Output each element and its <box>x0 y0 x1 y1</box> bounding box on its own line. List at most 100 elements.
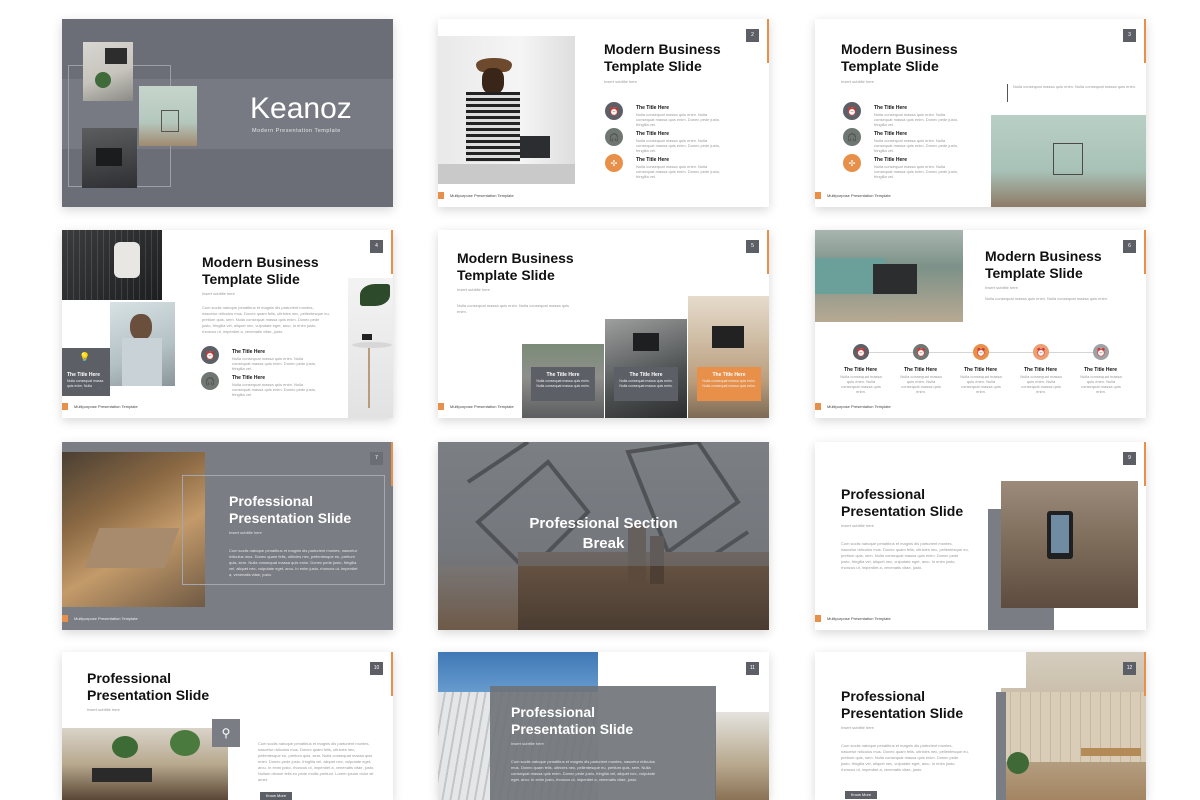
slide11-photo-street <box>715 712 769 800</box>
slide3-item3-title: The Title Here <box>874 157 907 163</box>
slide6-step3-text: Nulla consequat massa quis enim. Nulla c… <box>960 374 1002 394</box>
slide12-accent-bar <box>1144 652 1146 696</box>
slide2-item2-text: Nulla consequat massa quis enim. Nulla c… <box>636 138 721 153</box>
slide4-item1-title: The Title Here <box>232 349 265 355</box>
slide-6[interactable]: 6 Modern Business Template Slide Insert … <box>815 230 1146 418</box>
know-more-button[interactable]: Know More <box>260 792 292 800</box>
slide-9[interactable]: 9 Professional Presentation Slide Insert… <box>815 442 1146 630</box>
slide4-title-line2: Template Slide <box>202 271 300 287</box>
headphones-icon: 🎧 <box>201 372 219 390</box>
search-icon[interactable]: ⚲ <box>212 719 240 747</box>
cover-brand: Keanoz <box>250 92 352 125</box>
slide-12[interactable]: 12 Professional Presentation Slide Inser… <box>815 652 1146 800</box>
slide2-title-line2: Template Slide <box>604 58 702 74</box>
slide5-card-2: The Title Here Nulla consequat massa qui… <box>614 367 678 401</box>
slide11-title-line2: Presentation Slide <box>511 721 634 737</box>
slide-11[interactable]: 11 Professional Presentation Slide Inser… <box>438 652 769 800</box>
slide-3[interactable]: 3 Modern Business Template Slide Insert … <box>815 19 1146 207</box>
slide2-title-line1: Modern Business <box>604 41 721 57</box>
slide6-photo-pool-laptop <box>815 230 963 322</box>
slide9-subtitle: Insert subtitle here <box>841 523 874 528</box>
slide4-title-line1: Modern Business <box>202 254 319 270</box>
slide12-grey-block <box>996 692 1006 800</box>
slide7-subtitle: Insert subtitle here <box>229 530 262 535</box>
alarm-icon: ⏰ <box>605 102 623 120</box>
headphones-icon: 🎧 <box>843 128 861 146</box>
slide12-title-line2: Presentation Slide <box>841 705 964 721</box>
alarm-icon: ⏰ <box>1033 344 1049 360</box>
slide12-title-line1: Professional <box>841 688 926 704</box>
slide6-step2-text: Nulla consequat massa quis enim. Nulla c… <box>900 374 942 394</box>
slide6-step4-text: Nulla consequat massa quis enim. Nulla c… <box>1020 374 1062 394</box>
slide11-title-line1: Professional <box>511 704 596 720</box>
slide10-title-line2: Presentation Slide <box>87 687 210 703</box>
slide3-item2-text: Nulla consequat massa quis enim. Nulla c… <box>874 138 959 153</box>
expand-icon: ✣ <box>843 154 861 172</box>
slide3-title-line1: Modern Business <box>841 41 958 57</box>
slide10-title-line1: Professional <box>87 670 172 686</box>
slide6-footer: Multipurpose Presentation Template <box>815 403 891 410</box>
slide4-photo-table-plant <box>348 278 393 418</box>
slide-7[interactable]: 7 Professional Presentation Slide Insert… <box>62 442 393 630</box>
slide6-step5-text: Nulla consequat massa quis enim. Nulla c… <box>1080 374 1122 394</box>
slide3-item1-text: Nulla consequat massa quis enim. Nulla c… <box>874 112 959 127</box>
slide5-page-number: 5 <box>746 240 759 253</box>
slide10-subtitle: Insert subtitle here <box>87 707 120 712</box>
slide6-subtitle: Insert subtitle here <box>985 285 1018 290</box>
slide6-step5-title: The Title Here <box>1084 367 1117 373</box>
alarm-icon: ⏰ <box>853 344 869 360</box>
slide3-subtitle: Insert subtitle here <box>841 79 874 84</box>
slide3-footer: Multipurpose Presentation Template <box>815 192 891 199</box>
slide8-title-line2: Break <box>582 535 625 552</box>
slide6-step2-title: The Title Here <box>904 367 937 373</box>
slide-4[interactable]: 💡 The Title Here Nulla consequat massa q… <box>62 230 393 418</box>
know-more-button[interactable]: Know More <box>845 791 877 799</box>
slide5-card-1: The Title Here Nulla consequat massa qui… <box>531 367 595 401</box>
slide9-page-number: 9 <box>1123 452 1136 465</box>
slide4-item2-title: The Title Here <box>232 375 265 381</box>
slide11-paragraph: Cum sociis natoque penatibus et magnis d… <box>511 759 656 782</box>
slide3-accent-bar <box>1144 19 1146 63</box>
slide-8-section-break[interactable]: Professional Section Break <box>438 442 769 630</box>
cover-tagline: Modern Presentation Template <box>252 128 341 134</box>
slide4-footer: Multipurpose Presentation Template <box>62 403 138 410</box>
slide-10[interactable]: 10 Professional Presentation Slide Inser… <box>62 652 393 800</box>
slide6-title-line1: Modern Business <box>985 248 1102 264</box>
slide2-item3-title: The Title Here <box>636 157 669 163</box>
slide4-paragraph: Cum sociis natoque penatibus et magnis d… <box>202 305 330 334</box>
slide2-photo-man-laptop <box>438 36 575 184</box>
slide2-subtitle: Insert subtitle here <box>604 79 637 84</box>
slide2-item1-text: Nulla consequat massa quis enim. Nulla c… <box>636 112 721 127</box>
slide6-title-line2: Template Slide <box>985 265 1083 281</box>
slide6-accent-bar <box>1144 230 1146 274</box>
slide2-item2-title: The Title Here <box>636 131 669 137</box>
slide9-title-line1: Professional <box>841 486 926 502</box>
slide-1-cover[interactable]: Keanoz Modern Presentation Template <box>62 19 393 207</box>
alarm-icon: ⏰ <box>973 344 989 360</box>
slide-2[interactable]: 2 Modern Business Template Slide Insert … <box>438 19 769 207</box>
slide3-divider <box>1007 84 1008 102</box>
slide9-paragraph: Cum sociis natoque penatibus et magnis d… <box>841 541 969 570</box>
slide3-title-line2: Template Slide <box>841 58 939 74</box>
slide4-subtitle: Insert subtitle here <box>202 291 235 296</box>
slide4-item2-text: Nulla consequat massa quis enim. Nulla c… <box>232 382 317 397</box>
expand-icon: ✣ <box>605 154 623 172</box>
slide-5[interactable]: 5 Modern Business Template Slide Insert … <box>438 230 769 418</box>
slide6-paragraph: Nulla consequat massa quis enim. Nulla c… <box>985 296 1108 301</box>
slide12-white-corner <box>1001 652 1026 688</box>
slide4-page-number: 4 <box>370 240 383 253</box>
slide5-paragraph: Nulla consequat massa quis enim. Nulla c… <box>457 303 570 314</box>
cover-photo-desk <box>83 42 133 101</box>
slide7-title-line2: Presentation Slide <box>229 510 352 526</box>
slide5-title-line1: Modern Business <box>457 250 574 266</box>
slide6-page-number: 6 <box>1123 240 1136 253</box>
slide7-footer: Multipurpose Presentation Template <box>62 615 138 622</box>
slide6-step1-text: Nulla consequat massa quis enim. Nulla c… <box>840 374 882 394</box>
slide9-accent-bar <box>1144 442 1146 486</box>
slide3-item1-title: The Title Here <box>874 105 907 111</box>
alarm-icon: ⏰ <box>201 346 219 364</box>
slide2-item1-title: The Title Here <box>636 105 669 111</box>
lightbulb-icon: 💡 <box>79 352 91 362</box>
slide7-title-line1: Professional <box>229 493 314 509</box>
slide10-accent-bar <box>391 652 393 696</box>
